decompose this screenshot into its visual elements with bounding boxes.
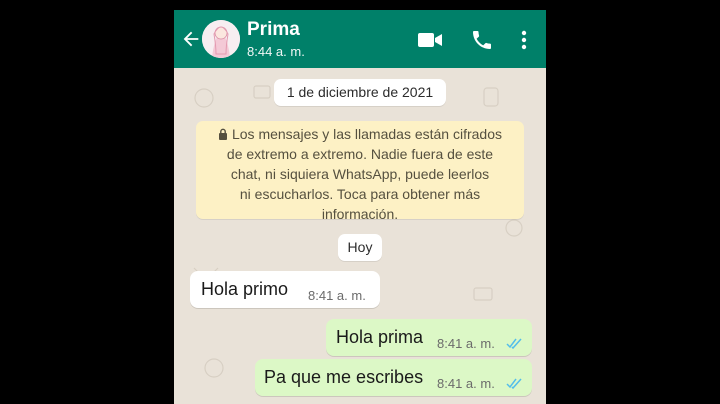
- today-chip: Hoy: [338, 234, 382, 261]
- message-bubble-incoming[interactable]: Hola primo 8:41 a. m.: [190, 271, 380, 308]
- whatsapp-chat-screen: Prima 8:44 a. m. 1 de diciembre de 2021 …: [174, 10, 546, 404]
- message-text: Hola prima: [336, 327, 424, 347]
- message-time: 8:41 a. m.: [437, 376, 495, 391]
- message-text: Hola primo: [201, 279, 289, 299]
- date-chip: 1 de diciembre de 2021: [274, 79, 446, 106]
- chat-header: Prima 8:44 a. m.: [174, 10, 546, 68]
- contact-name[interactable]: Prima: [247, 19, 300, 41]
- message-time: 8:41 a. m.: [437, 336, 495, 351]
- avatar[interactable]: [202, 20, 240, 58]
- arrow-back-icon[interactable]: [180, 28, 202, 50]
- lock-icon: [218, 128, 227, 140]
- last-seen-status: 8:44 a. m.: [247, 44, 305, 59]
- message-text: Pa que me escribes: [264, 367, 424, 387]
- encryption-notice-message: Los mensajes y las llamadas están cifrad…: [226, 126, 503, 222]
- double-check-icon: [506, 378, 522, 389]
- message-time: 8:41 a. m.: [308, 288, 366, 303]
- encryption-notice[interactable]: Los mensajes y las llamadas están cifrad…: [196, 121, 524, 222]
- phone-call-icon[interactable]: [470, 28, 494, 52]
- encryption-notice-text: Los mensajes y las llamadas están cifrad…: [196, 124, 524, 224]
- more-vert-icon[interactable]: [516, 28, 532, 52]
- message-bubble-outgoing[interactable]: Hola prima 8:41 a. m.: [326, 319, 532, 356]
- avatar-illustration: [202, 20, 240, 58]
- double-check-icon: [506, 338, 522, 349]
- message-bubble-outgoing[interactable]: Pa que me escribes 8:41 a. m.: [255, 359, 532, 396]
- video-call-icon[interactable]: [417, 28, 443, 52]
